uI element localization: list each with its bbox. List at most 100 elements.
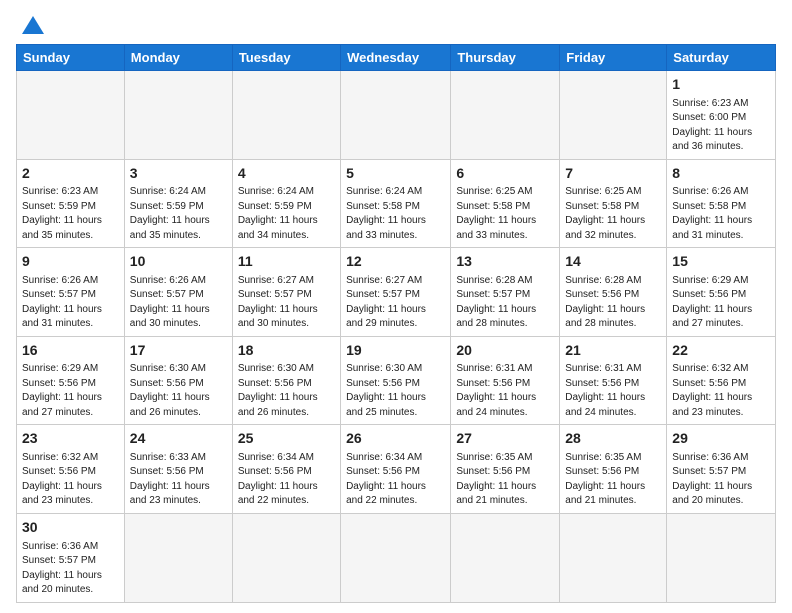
day-cell [124, 71, 232, 160]
day-cell: 28Sunrise: 6:35 AM Sunset: 5:56 PM Dayli… [560, 425, 667, 514]
day-cell: 23Sunrise: 6:32 AM Sunset: 5:56 PM Dayli… [17, 425, 125, 514]
week-row-4: 16Sunrise: 6:29 AM Sunset: 5:56 PM Dayli… [17, 336, 776, 425]
day-cell: 2Sunrise: 6:23 AM Sunset: 5:59 PM Daylig… [17, 159, 125, 248]
day-info: Sunrise: 6:26 AM Sunset: 5:57 PM Dayligh… [22, 274, 119, 332]
day-cell: 22Sunrise: 6:32 AM Sunset: 5:56 PM Dayli… [667, 336, 776, 425]
day-info: Sunrise: 6:28 AM Sunset: 5:56 PM Dayligh… [565, 274, 661, 332]
logo [16, 16, 44, 34]
day-number: 5 [346, 164, 445, 184]
day-info: Sunrise: 6:32 AM Sunset: 5:56 PM Dayligh… [22, 451, 119, 509]
day-info: Sunrise: 6:23 AM Sunset: 5:59 PM Dayligh… [22, 185, 119, 243]
day-info: Sunrise: 6:35 AM Sunset: 5:56 PM Dayligh… [565, 451, 661, 509]
day-number: 8 [672, 164, 770, 184]
day-cell [451, 513, 560, 602]
day-number: 19 [346, 341, 445, 361]
day-cell: 15Sunrise: 6:29 AM Sunset: 5:56 PM Dayli… [667, 248, 776, 337]
day-number: 18 [238, 341, 335, 361]
day-info: Sunrise: 6:24 AM Sunset: 5:59 PM Dayligh… [130, 185, 227, 243]
day-number: 13 [456, 252, 554, 272]
day-info: Sunrise: 6:30 AM Sunset: 5:56 PM Dayligh… [130, 362, 227, 420]
day-info: Sunrise: 6:25 AM Sunset: 5:58 PM Dayligh… [456, 185, 554, 243]
day-cell: 24Sunrise: 6:33 AM Sunset: 5:56 PM Dayli… [124, 425, 232, 514]
day-info: Sunrise: 6:31 AM Sunset: 5:56 PM Dayligh… [565, 362, 661, 420]
day-number: 20 [456, 341, 554, 361]
weekday-header-row: SundayMondayTuesdayWednesdayThursdayFrid… [17, 45, 776, 71]
day-number: 14 [565, 252, 661, 272]
day-cell [341, 71, 451, 160]
week-row-6: 30Sunrise: 6:36 AM Sunset: 5:57 PM Dayli… [17, 513, 776, 602]
day-cell: 18Sunrise: 6:30 AM Sunset: 5:56 PM Dayli… [232, 336, 340, 425]
day-info: Sunrise: 6:31 AM Sunset: 5:56 PM Dayligh… [456, 362, 554, 420]
day-number: 1 [672, 75, 770, 95]
day-info: Sunrise: 6:23 AM Sunset: 6:00 PM Dayligh… [672, 97, 770, 155]
day-info: Sunrise: 6:28 AM Sunset: 5:57 PM Dayligh… [456, 274, 554, 332]
weekday-header-tuesday: Tuesday [232, 45, 340, 71]
day-cell [560, 513, 667, 602]
day-cell: 12Sunrise: 6:27 AM Sunset: 5:57 PM Dayli… [341, 248, 451, 337]
day-cell [560, 71, 667, 160]
header [16, 16, 776, 34]
day-number: 24 [130, 429, 227, 449]
day-cell: 9Sunrise: 6:26 AM Sunset: 5:57 PM Daylig… [17, 248, 125, 337]
day-number: 28 [565, 429, 661, 449]
weekday-header-wednesday: Wednesday [341, 45, 451, 71]
day-info: Sunrise: 6:32 AM Sunset: 5:56 PM Dayligh… [672, 362, 770, 420]
day-number: 4 [238, 164, 335, 184]
day-info: Sunrise: 6:27 AM Sunset: 5:57 PM Dayligh… [346, 274, 445, 332]
week-row-5: 23Sunrise: 6:32 AM Sunset: 5:56 PM Dayli… [17, 425, 776, 514]
day-number: 6 [456, 164, 554, 184]
day-number: 12 [346, 252, 445, 272]
day-number: 2 [22, 164, 119, 184]
day-cell: 27Sunrise: 6:35 AM Sunset: 5:56 PM Dayli… [451, 425, 560, 514]
day-number: 26 [346, 429, 445, 449]
day-number: 27 [456, 429, 554, 449]
day-info: Sunrise: 6:36 AM Sunset: 5:57 PM Dayligh… [22, 540, 119, 598]
day-cell: 8Sunrise: 6:26 AM Sunset: 5:58 PM Daylig… [667, 159, 776, 248]
day-cell: 10Sunrise: 6:26 AM Sunset: 5:57 PM Dayli… [124, 248, 232, 337]
day-cell [667, 513, 776, 602]
day-cell: 20Sunrise: 6:31 AM Sunset: 5:56 PM Dayli… [451, 336, 560, 425]
day-cell [124, 513, 232, 602]
day-info: Sunrise: 6:33 AM Sunset: 5:56 PM Dayligh… [130, 451, 227, 509]
weekday-header-thursday: Thursday [451, 45, 560, 71]
day-cell: 30Sunrise: 6:36 AM Sunset: 5:57 PM Dayli… [17, 513, 125, 602]
logo-area [16, 16, 44, 34]
week-row-1: 1Sunrise: 6:23 AM Sunset: 6:00 PM Daylig… [17, 71, 776, 160]
day-cell [17, 71, 125, 160]
week-row-2: 2Sunrise: 6:23 AM Sunset: 5:59 PM Daylig… [17, 159, 776, 248]
day-cell: 6Sunrise: 6:25 AM Sunset: 5:58 PM Daylig… [451, 159, 560, 248]
day-cell: 17Sunrise: 6:30 AM Sunset: 5:56 PM Dayli… [124, 336, 232, 425]
day-cell: 7Sunrise: 6:25 AM Sunset: 5:58 PM Daylig… [560, 159, 667, 248]
day-number: 15 [672, 252, 770, 272]
day-info: Sunrise: 6:30 AM Sunset: 5:56 PM Dayligh… [238, 362, 335, 420]
day-number: 16 [22, 341, 119, 361]
day-number: 25 [238, 429, 335, 449]
day-cell: 5Sunrise: 6:24 AM Sunset: 5:58 PM Daylig… [341, 159, 451, 248]
day-info: Sunrise: 6:30 AM Sunset: 5:56 PM Dayligh… [346, 362, 445, 420]
day-info: Sunrise: 6:36 AM Sunset: 5:57 PM Dayligh… [672, 451, 770, 509]
day-info: Sunrise: 6:29 AM Sunset: 5:56 PM Dayligh… [672, 274, 770, 332]
day-cell: 11Sunrise: 6:27 AM Sunset: 5:57 PM Dayli… [232, 248, 340, 337]
day-cell [232, 71, 340, 160]
day-cell: 19Sunrise: 6:30 AM Sunset: 5:56 PM Dayli… [341, 336, 451, 425]
day-info: Sunrise: 6:34 AM Sunset: 5:56 PM Dayligh… [346, 451, 445, 509]
day-number: 29 [672, 429, 770, 449]
day-number: 30 [22, 518, 119, 538]
day-cell: 1Sunrise: 6:23 AM Sunset: 6:00 PM Daylig… [667, 71, 776, 160]
day-number: 3 [130, 164, 227, 184]
day-cell [341, 513, 451, 602]
day-info: Sunrise: 6:24 AM Sunset: 5:59 PM Dayligh… [238, 185, 335, 243]
day-info: Sunrise: 6:27 AM Sunset: 5:57 PM Dayligh… [238, 274, 335, 332]
day-cell: 14Sunrise: 6:28 AM Sunset: 5:56 PM Dayli… [560, 248, 667, 337]
week-row-3: 9Sunrise: 6:26 AM Sunset: 5:57 PM Daylig… [17, 248, 776, 337]
weekday-header-sunday: Sunday [17, 45, 125, 71]
day-cell [451, 71, 560, 160]
day-info: Sunrise: 6:34 AM Sunset: 5:56 PM Dayligh… [238, 451, 335, 509]
day-info: Sunrise: 6:26 AM Sunset: 5:57 PM Dayligh… [130, 274, 227, 332]
day-cell: 16Sunrise: 6:29 AM Sunset: 5:56 PM Dayli… [17, 336, 125, 425]
day-cell: 13Sunrise: 6:28 AM Sunset: 5:57 PM Dayli… [451, 248, 560, 337]
day-info: Sunrise: 6:29 AM Sunset: 5:56 PM Dayligh… [22, 362, 119, 420]
day-cell: 4Sunrise: 6:24 AM Sunset: 5:59 PM Daylig… [232, 159, 340, 248]
day-number: 23 [22, 429, 119, 449]
weekday-header-monday: Monday [124, 45, 232, 71]
